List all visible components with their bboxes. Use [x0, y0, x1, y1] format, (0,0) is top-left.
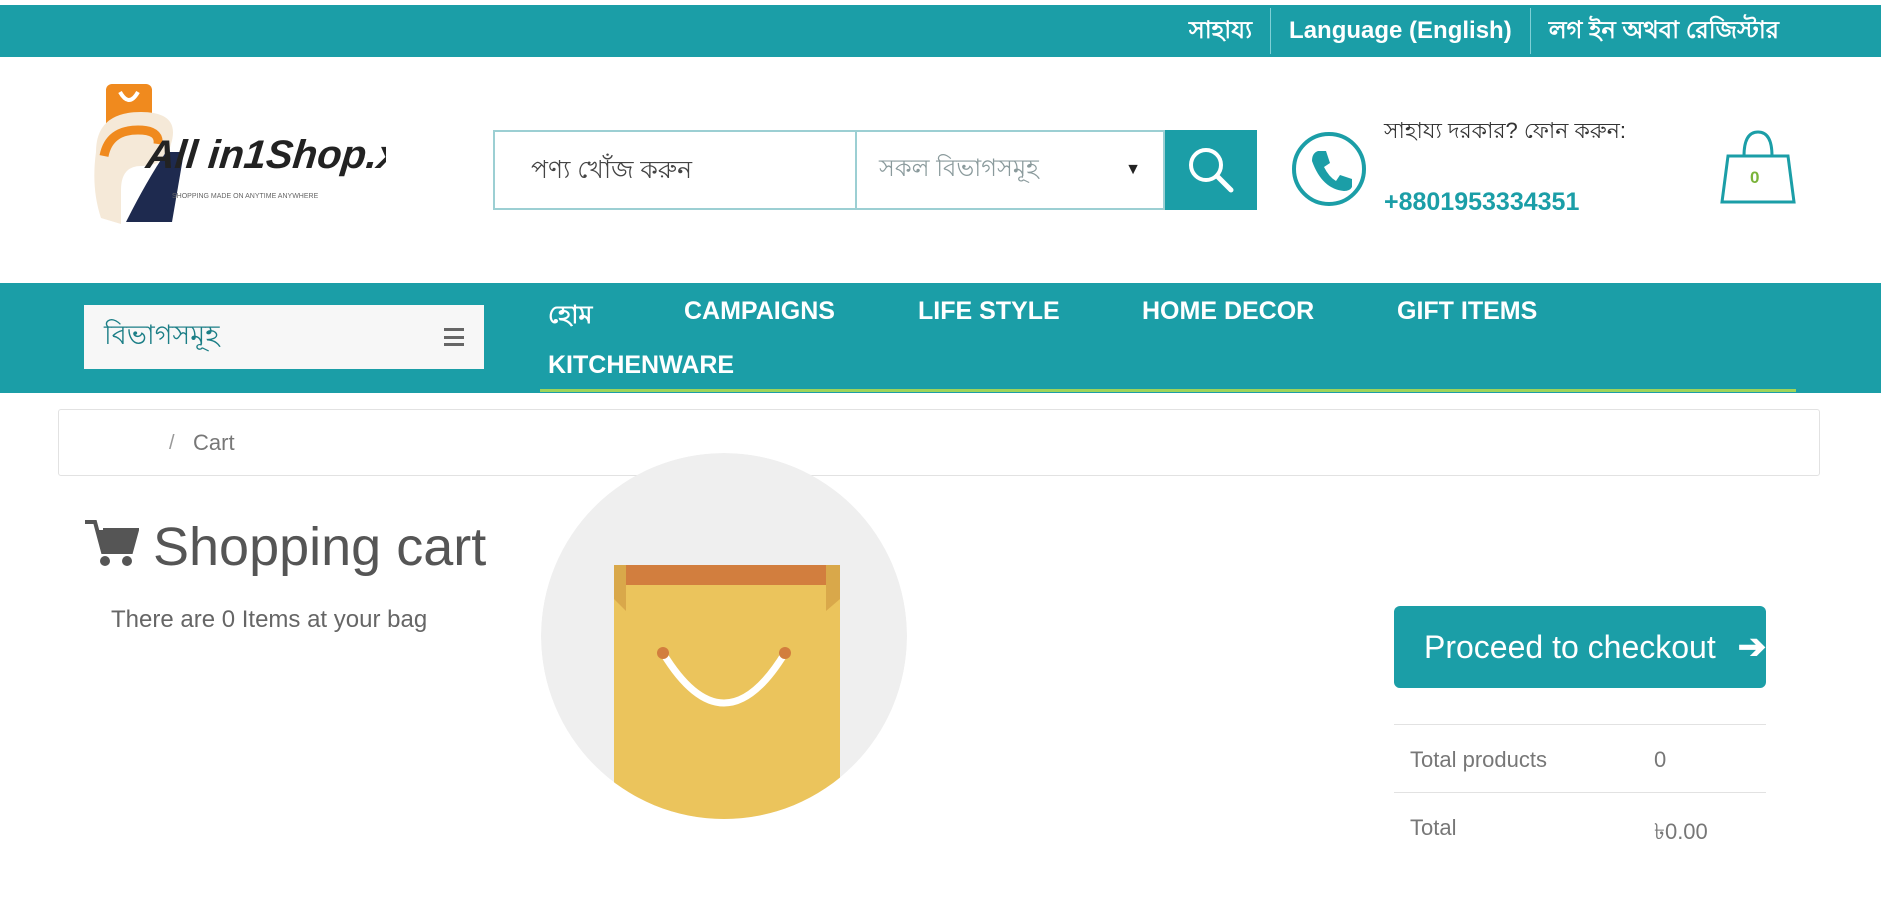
summary-row-total: Total ৳0.00 — [1394, 792, 1766, 860]
checkout-button-label: Proceed to checkout — [1424, 628, 1716, 665]
search-button[interactable] — [1165, 130, 1257, 210]
category-dropdown-value: সকল বিভাগসমূহ — [879, 155, 1039, 182]
top-utility-bar: সাহায্য Language (English) লগ ইন অথবা রে… — [0, 5, 1881, 57]
help-link[interactable]: সাহায্য — [1171, 5, 1270, 57]
arrow-right-icon: ➔ — [1737, 628, 1766, 666]
logo-graphic: All in1Shop.xyz SHOPPING MADE ON ANYTIME… — [94, 84, 444, 224]
nav-item-life-style[interactable]: LIFE STYLE — [918, 297, 1060, 326]
cart-items-count-text: There are 0 Items at your bag — [111, 606, 428, 633]
page-title: Shopping cart — [153, 517, 487, 577]
breadcrumb-current: Cart — [193, 430, 235, 455]
breadcrumb-separator: / — [169, 432, 175, 454]
language-selector[interactable]: Language (English) — [1271, 5, 1530, 57]
search-icon — [1189, 148, 1234, 193]
shopping-bag-icon[interactable] — [1718, 126, 1798, 208]
nav-item-home[interactable]: হোম — [548, 295, 592, 338]
help-text: সাহায্য দরকার? ফোন করুন: — [1384, 118, 1627, 143]
navbar-accent-line — [540, 389, 1796, 392]
search-input[interactable] — [493, 130, 855, 210]
breadcrumb: / Cart — [58, 409, 1820, 476]
categories-menu-label: বিভাগসমূহ — [104, 319, 220, 350]
category-dropdown[interactable]: সকল বিভাগসমূহ ▼ — [855, 130, 1165, 210]
nav-item-home-decor[interactable]: HOME DECOR — [1142, 297, 1314, 326]
summary-label: Total products — [1410, 747, 1547, 772]
categories-menu-button[interactable]: বিভাগসমূহ — [84, 305, 484, 369]
proceed-to-checkout-button[interactable]: Proceed to checkout ➔ — [1394, 606, 1766, 688]
caret-down-icon: ▼ — [1125, 161, 1141, 178]
nav-item-kitchenware[interactable]: KITCHENWARE — [548, 351, 734, 380]
cart-icon — [83, 518, 140, 568]
nav-item-gift-items[interactable]: GIFT ITEMS — [1397, 297, 1537, 326]
logo-wordmark: All in1Shop.xyz — [143, 133, 386, 177]
help-phone-number[interactable]: +8801953334351 — [1384, 188, 1579, 217]
summary-value: 0 — [1654, 747, 1667, 772]
logo-tagline: SHOPPING MADE ON ANYTIME ANYWHERE — [172, 193, 319, 200]
cart-summary: Total products 0 Total ৳0.00 — [1394, 724, 1766, 860]
empty-bag-illustration — [541, 453, 907, 819]
nav-item-campaigns[interactable]: CAMPAIGNS — [684, 297, 835, 326]
login-register-link[interactable]: লগ ইন অথবা রেজিস্টার — [1531, 5, 1797, 57]
search-bar: সকল বিভাগসমূহ ▼ — [493, 130, 1257, 210]
summary-value: ৳0.00 — [1654, 819, 1708, 844]
summary-label: Total — [1410, 815, 1457, 840]
site-logo[interactable]: All in1Shop.xyz SHOPPING MADE ON ANYTIME… — [86, 82, 444, 230]
cart-count-badge: 0 — [1750, 168, 1760, 187]
hamburger-icon — [444, 328, 464, 346]
phone-icon — [1291, 131, 1367, 207]
summary-row-total-products: Total products 0 — [1394, 724, 1766, 792]
topbar-links: সাহায্য Language (English) লগ ইন অথবা রে… — [1171, 5, 1797, 57]
